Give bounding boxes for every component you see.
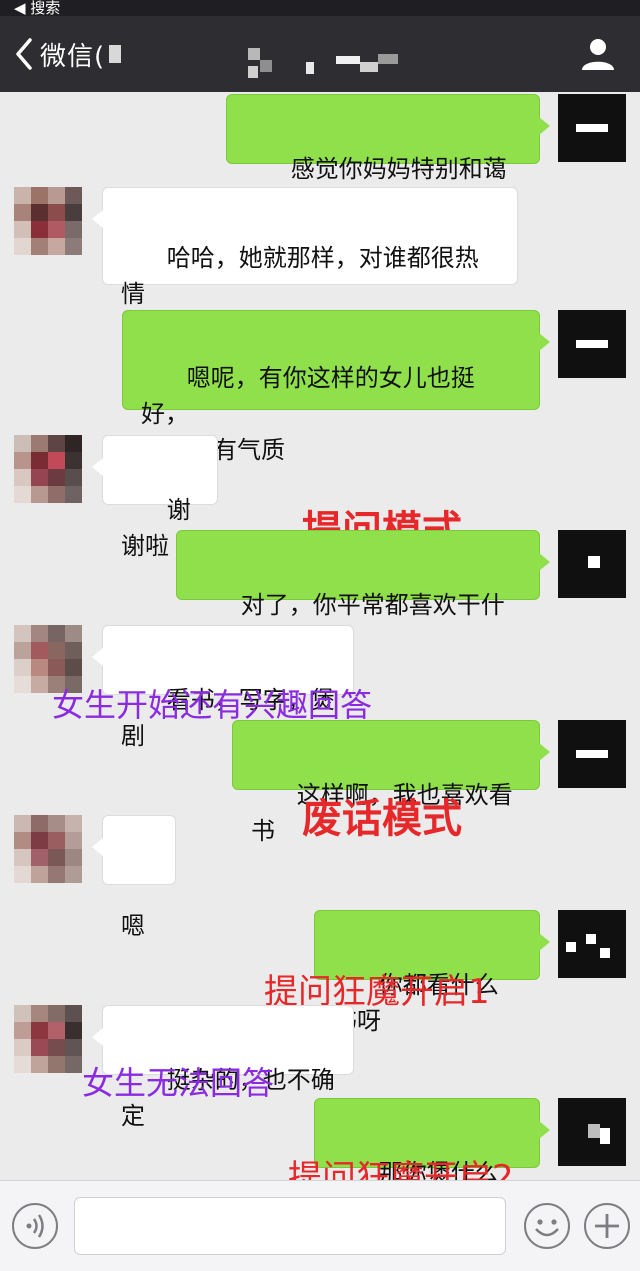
voice-icon (26, 1214, 44, 1238)
incoming-message-bubble[interactable]: 嗯 (92, 815, 176, 940)
status-back-text[interactable]: ◀ 搜索 (14, 0, 60, 16)
contact-avatar[interactable] (14, 1005, 82, 1073)
chat-title-mosaic (248, 46, 398, 82)
contact-avatar[interactable] (14, 187, 82, 255)
outgoing-message-bubble[interactable]: 对了，你平常都喜欢干什么 (176, 530, 550, 655)
input-bar (0, 1180, 640, 1271)
outgoing-message-bubble[interactable]: 感觉你妈妈特别和蔼 (226, 94, 550, 219)
status-bar: ◀ 搜索 (0, 0, 640, 16)
my-avatar[interactable] (558, 310, 626, 378)
incoming-message-bubble[interactable]: 哈哈，她就那样，对谁都很热情 (92, 187, 518, 380)
person-icon[interactable] (580, 36, 616, 72)
back-button[interactable]: 微信( (14, 34, 122, 74)
my-avatar[interactable] (558, 1098, 626, 1166)
message-input[interactable] (74, 1197, 506, 1255)
my-avatar[interactable] (558, 910, 626, 978)
chevron-left-icon (16, 38, 32, 70)
outgoing-message-bubble[interactable]: 嗯呢，有你这样的女儿也挺好， 漂亮又有气质 (122, 310, 550, 464)
voice-button[interactable] (12, 1203, 58, 1249)
emoji-button[interactable] (524, 1203, 570, 1249)
annotation-label: 废话模式 (302, 796, 462, 842)
unread-count-mosaic (109, 45, 122, 63)
emoji-icon (535, 1219, 559, 1237)
chat-area[interactable]: 感觉你妈妈特别和蔼 哈哈，她就那样，对谁都很热情 嗯呢，有你这样的女儿也挺好， … (0, 92, 640, 1223)
message-text: 感觉你妈妈特别和蔼 (290, 155, 507, 183)
my-avatar[interactable] (558, 720, 626, 788)
contact-avatar[interactable] (14, 815, 82, 883)
outgoing-message-bubble[interactable]: 这样啊，我也喜欢看书 (232, 720, 550, 845)
plus-icon (595, 1214, 619, 1238)
message-text: 嗯 (121, 912, 145, 940)
message-text: 哈哈，她就那样，对谁都很热情 (121, 244, 479, 308)
incoming-message-bubble[interactable]: 谢谢啦 (92, 435, 218, 560)
plus-button[interactable] (584, 1203, 630, 1249)
my-avatar[interactable] (558, 530, 626, 598)
back-label: 微信( (40, 41, 106, 72)
my-avatar[interactable] (558, 94, 626, 162)
contact-avatar[interactable] (14, 435, 82, 503)
annotation-label: 女生无法回答 (82, 1064, 275, 1102)
navigation-bar: 微信( (0, 16, 640, 92)
